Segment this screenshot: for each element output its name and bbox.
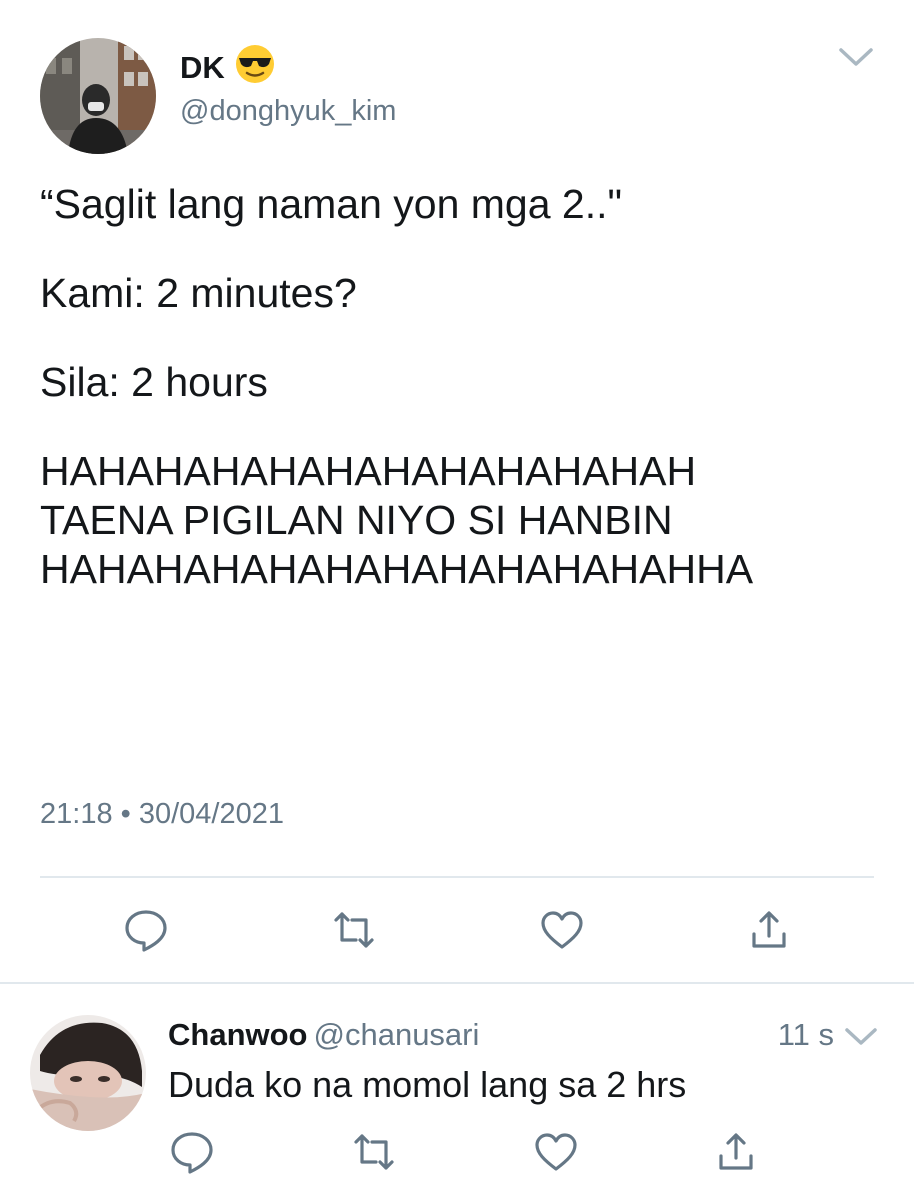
reply-time: 11 s [777,1017,834,1052]
tweet-time: 21:18 [40,798,113,830]
tweet-timestamp[interactable]: 21:18 • 30/04/2021 [40,798,284,831]
comment-icon[interactable] [122,906,170,954]
sunglasses-emoji-icon [235,44,275,92]
avatar[interactable] [40,38,156,154]
retweet-icon[interactable] [350,1128,398,1176]
tweet-line: Kami: 2 minutes? [40,270,357,316]
tweet-line: HAHAHAHAHAHAHAHAHAHAHAHHA [40,546,754,592]
tweet-text: “Saglit lang naman yon mga 2.." Kami: 2 … [40,180,900,594]
tweet-line: “Saglit lang naman yon mga 2.." [40,181,623,227]
avatar-photo [40,38,156,154]
tweet-date: 30/04/2021 [138,798,285,830]
display-name-text: DK [180,50,225,85]
share-icon[interactable] [745,906,793,954]
tweet-line: TAENA PIGILAN NIYO SI HANBIN [40,497,673,543]
reply-display-name[interactable]: Chanwoo [168,1017,308,1052]
divider [40,876,874,878]
tweet-line: Sila: 2 hours [40,359,268,405]
like-icon[interactable] [532,1128,580,1176]
divider [0,982,914,984]
comment-icon[interactable] [168,1128,216,1176]
like-icon[interactable] [538,906,586,954]
share-icon[interactable] [712,1128,760,1176]
reply-avatar-photo [30,1015,146,1131]
tweet-line: HAHAHAHAHAHAHAHAHAHAHAH [40,448,697,494]
reply-text: Duda ko na momol lang sa 2 hrs [168,1064,687,1105]
reply-header: Chanwoo @chanusari [168,1017,479,1053]
chevron-down-icon[interactable] [844,1022,878,1050]
retweet-icon[interactable] [330,906,378,954]
reply-avatar[interactable] [30,1015,146,1131]
display-name[interactable]: DK [180,44,275,92]
chevron-down-icon[interactable] [838,42,874,72]
reply-handle[interactable]: @chanusari [314,1017,480,1052]
separator-dot: • [120,798,131,830]
user-handle[interactable]: @donghyuk_kim [180,95,396,128]
